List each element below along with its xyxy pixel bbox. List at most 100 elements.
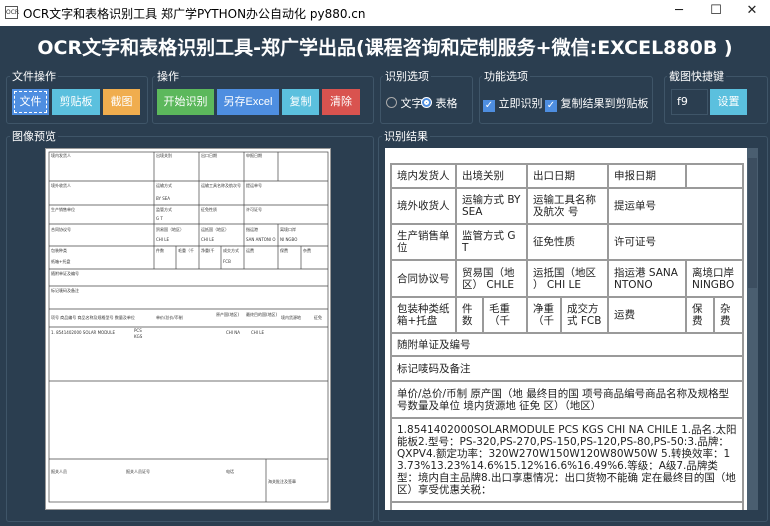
copy-button[interactable]: 复制 xyxy=(282,89,319,115)
table-cell xyxy=(390,501,744,510)
preview-cell-text: 生产销售单位 xyxy=(51,207,75,212)
table-cell: 出口日期 xyxy=(526,163,609,189)
table-row: 合同协议号 贸易国（地区） CHLE 运抵国（地区 ） CHI LE 指运港 S… xyxy=(390,259,744,298)
function-options-label: 功能选项 xyxy=(482,68,530,84)
table-radio-label: 表格 xyxy=(435,97,458,110)
preview-cell-text: 离境口岸 xyxy=(280,227,296,232)
table-cell: 许可证号 xyxy=(607,223,744,261)
preview-cell-text: 运输方式 xyxy=(156,183,172,188)
preview-cell-text: 监管方式 xyxy=(156,207,172,212)
minimize-button[interactable]: ─ xyxy=(664,3,694,23)
text-radio[interactable]: 文字 xyxy=(386,95,423,111)
table-radio[interactable]: 表格 xyxy=(421,95,458,111)
image-preview-label: 图像预览 xyxy=(10,128,58,144)
preview-cell-text: 随附单证及编号 xyxy=(51,271,79,276)
preview-cell-text: 征免 xyxy=(314,315,322,320)
table-cell: 运输工具名称及航次 号 xyxy=(526,187,609,225)
text-radio-label: 文字 xyxy=(400,97,423,110)
preview-cell-text: CHI LE xyxy=(156,237,170,242)
hotkey-label: 截图快捷键 xyxy=(667,68,726,84)
instant-recognition-checkbox[interactable]: ✓ 立即识别 xyxy=(479,95,543,112)
preview-cell-text: 杂费 xyxy=(303,248,311,253)
copy-to-clipboard-label: 复制结果到剪贴板 xyxy=(560,97,649,110)
save-excel-button[interactable]: 另存Excel xyxy=(217,89,279,115)
preview-cell-text: 原产国(地区) xyxy=(216,312,240,317)
preview-cell-text: 出境关别 xyxy=(156,153,172,158)
table-row: 随附单证及编号 xyxy=(390,332,744,357)
preview-cell-text: 许可证号 xyxy=(246,207,262,212)
table-row: 境内发货人 出境关别 出口日期 申报日期 xyxy=(390,163,744,189)
preview-cell-text: 单价/总价/币制 xyxy=(156,315,183,320)
table-cell: 标记唛码及备注 xyxy=(390,355,744,382)
preview-cell-text: 指运港 xyxy=(246,227,258,232)
scrollbar-thumb[interactable] xyxy=(748,158,757,288)
preview-cell-text: 项号 商品编号 商品名称及规格型号 数量及单位 xyxy=(51,315,135,320)
result-view[interactable]: 境内发货人 出境关别 出口日期 申报日期 境外收货人 运输方式 BYSEA 运输… xyxy=(385,148,747,510)
preview-cell-text: CHI LE xyxy=(201,237,215,242)
table-row: 生产销售单位 监管方式 GT 征免性质 许可证号 xyxy=(390,223,744,261)
preview-cell-text: 海关批注及签章 xyxy=(268,479,296,484)
preview-cell-text: 包装种类 xyxy=(51,248,67,253)
table-cell: 包装种类纸箱+托盘 xyxy=(390,296,457,334)
table-cell: 单价/总价/币制 原产国（地 最终目的国 项号商品编号商品名称及规格型号数量及单… xyxy=(390,380,744,419)
preview-cell-text: PCS xyxy=(134,328,142,333)
preview-cell-text: KGS xyxy=(134,334,143,339)
preview-cell-text: 毛重（千 xyxy=(178,248,194,253)
file-button[interactable]: 文件 xyxy=(12,89,49,115)
image-preview: 境内发货人 出境关别 出口日期 申报日期 境外收货人 运输方式 运输工具名称及航… xyxy=(45,148,331,510)
preview-cell-text: 报关人员证号 xyxy=(126,469,150,474)
table-cell: 指运港 SANANTONO xyxy=(607,259,687,298)
result-label: 识别结果 xyxy=(382,128,430,144)
preview-cell-text: 纸箱+托盘 xyxy=(51,259,71,264)
hotkey-input[interactable]: f9 xyxy=(671,89,708,115)
preview-cell-text: 最终目的国(地区) xyxy=(246,312,278,317)
table-cell: 件数 xyxy=(455,296,484,334)
table-row: 1.8541402000SOLARMODULE PCS KGS CHI NA C… xyxy=(390,417,744,503)
start-recognition-button[interactable]: 开始识别 xyxy=(157,89,214,115)
file-ops-label: 文件操作 xyxy=(10,68,58,84)
preview-cell-text: G T xyxy=(156,216,163,221)
clipboard-button[interactable]: 剪贴板 xyxy=(52,89,100,115)
preview-cell-text: 净重(千 xyxy=(201,248,215,253)
copy-to-clipboard-checkbox[interactable]: ✓ 复制结果到剪贴板 xyxy=(545,95,649,112)
preview-cell-text: 征免性质 xyxy=(201,207,217,212)
app-icon: OCR xyxy=(5,6,19,19)
close-button[interactable]: ✕ xyxy=(737,3,767,23)
table-cell: 境外收货人 xyxy=(390,187,457,225)
preview-cell-text: 申报日期 xyxy=(246,153,262,158)
table-cell: 合同协议号 xyxy=(390,259,457,298)
preview-cell-text: CHI NA xyxy=(226,330,240,335)
set-hotkey-button[interactable]: 设置 xyxy=(710,89,747,115)
table-row xyxy=(390,501,744,510)
clear-button[interactable]: 清除 xyxy=(322,89,360,115)
ops-label: 操作 xyxy=(155,68,181,84)
preview-cell-text: 标记唛码及备注 xyxy=(51,288,79,293)
table-cell: 监管方式 GT xyxy=(455,223,528,261)
preview-cell-text: 运抵国（地区） xyxy=(201,227,229,232)
table-cell: 保费 xyxy=(685,296,715,334)
screenshot-button[interactable]: 截图 xyxy=(103,89,140,115)
preview-cell-text: FCB xyxy=(223,259,231,264)
preview-cell-text: 运费 xyxy=(246,248,254,253)
table-cell: 1.8541402000SOLARMODULE PCS KGS CHI NA C… xyxy=(390,417,744,503)
preview-cell-text: SAN ANTONI O xyxy=(246,237,276,242)
preview-cell-text: 境外收货人 xyxy=(51,183,71,188)
radio-icon xyxy=(386,97,397,108)
table-cell xyxy=(685,163,744,189)
result-table: 境内发货人 出境关别 出口日期 申报日期 境外收货人 运输方式 BYSEA 运输… xyxy=(390,163,744,510)
preview-cell-text: 运输工具名称及航次号 xyxy=(201,183,241,188)
table-cell: 运抵国（地区 ） CHI LE xyxy=(526,259,609,298)
table-cell: 出境关别 xyxy=(455,163,528,189)
preview-cell-text: 出口日期 xyxy=(201,153,217,158)
table-cell: 征免性质 xyxy=(526,223,609,261)
table-cell: 成交方式 FCB xyxy=(560,296,609,334)
checkbox-checked-icon: ✓ xyxy=(545,100,557,112)
table-cell: 运费 xyxy=(607,296,687,334)
table-cell: 境内发货人 xyxy=(390,163,457,189)
preview-cell-text: 提运单号 xyxy=(246,183,262,188)
table-cell: 贸易国（地区） CHLE xyxy=(455,259,528,298)
maximize-button[interactable]: ☐ xyxy=(701,3,731,23)
table-cell: 生产销售单位 xyxy=(390,223,457,261)
table-cell: 离境口岸 NINGBO xyxy=(685,259,744,298)
instant-recognition-label: 立即识别 xyxy=(498,97,543,110)
